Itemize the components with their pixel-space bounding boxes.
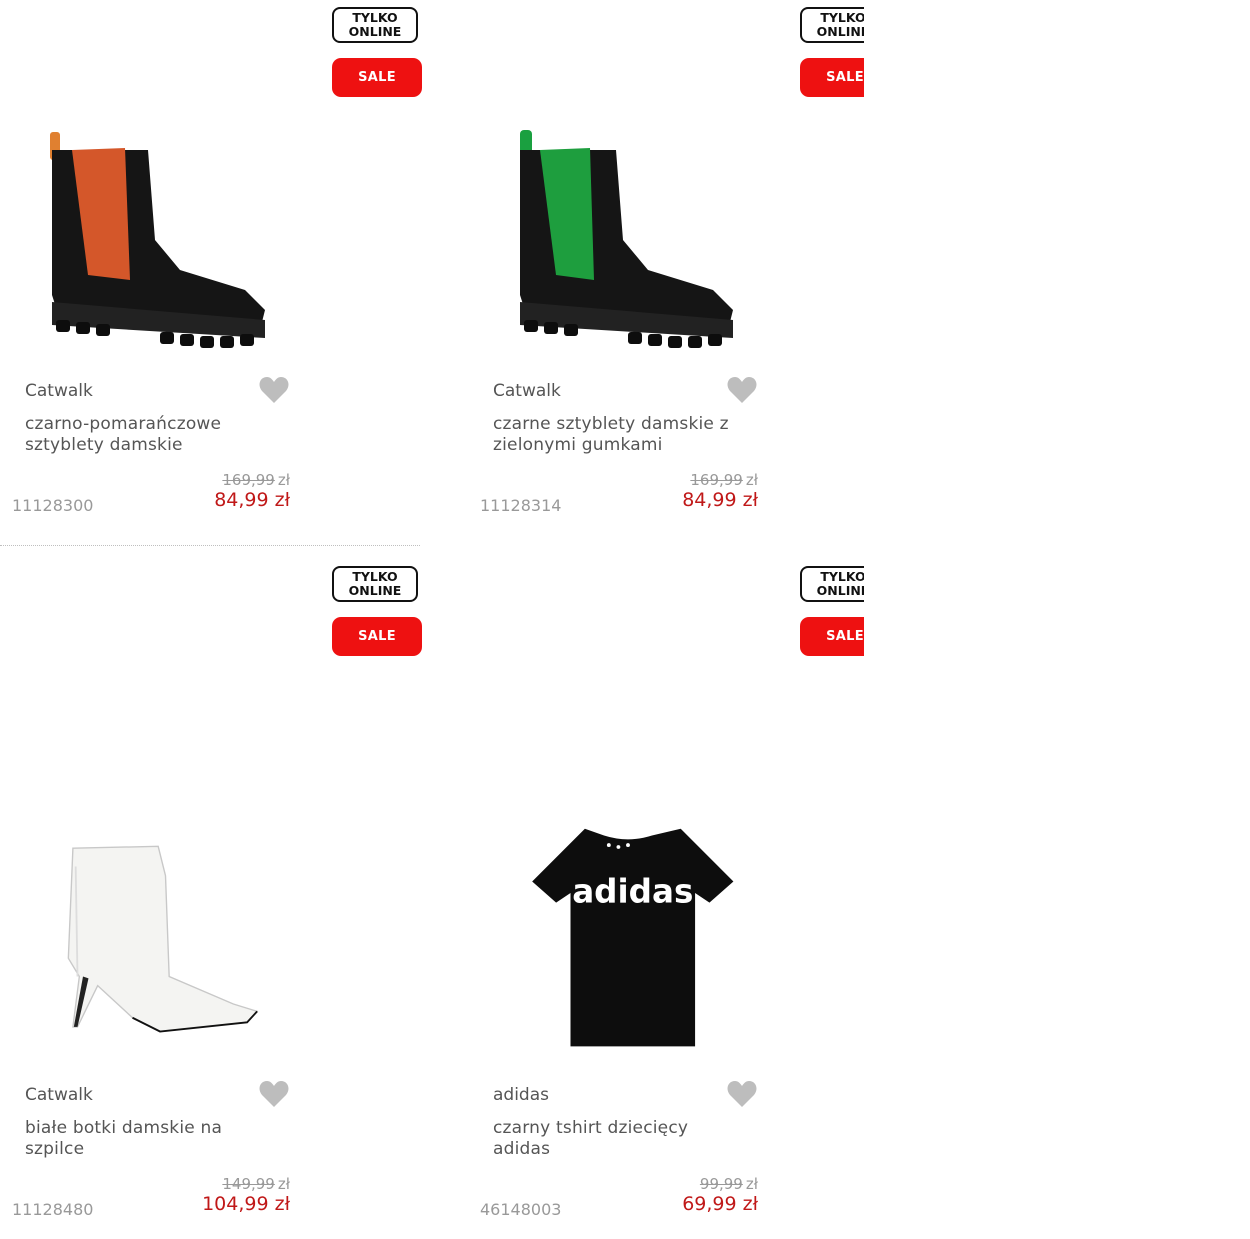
old-price-value: 99,99 <box>699 1175 743 1193</box>
sale-price: 104,99 zł <box>202 1193 290 1215</box>
badge-online-line2: ONLINE <box>348 24 402 39</box>
online-only-badge: TYLKO ONLINE <box>800 7 864 43</box>
tshirt-print-text: adidas <box>572 873 693 911</box>
online-only-badge: TYLKO ONLINE <box>332 566 418 602</box>
product-brand: Catwalk <box>25 381 93 401</box>
product-sku: 11128300 <box>12 496 94 515</box>
heart-icon[interactable] <box>726 375 758 405</box>
old-price: 169,99 zł <box>222 471 290 489</box>
product-sku: 46148003 <box>480 1200 562 1219</box>
sale-price: 69,99 zł <box>682 1193 758 1215</box>
product-title[interactable]: czarne sztyblety damskie z zielonymi gum… <box>493 414 753 456</box>
product-card[interactable]: TYLKO ONLINE SALE Catwalk białe botki da… <box>0 559 422 1219</box>
product-image[interactable] <box>498 120 758 360</box>
product-brand: adidas <box>493 1085 549 1105</box>
heart-icon[interactable] <box>726 1079 758 1109</box>
old-price-currency: zł <box>745 471 758 489</box>
online-only-badge: TYLKO ONLINE <box>332 7 418 43</box>
old-price-currency: zł <box>745 1175 758 1193</box>
product-title[interactable]: czarny tshirt dziecięcy adidas <box>493 1118 733 1160</box>
old-price-value: 169,99 <box>690 471 743 489</box>
product-card[interactable]: TYLKO ONLINE SALE adidas adidas czarny t… <box>468 559 864 1239</box>
old-price-value: 149,99 <box>222 1175 275 1193</box>
product-card[interactable]: TYLKO ONLINE SALE Catwalk czarne sztyble… <box>468 0 864 540</box>
old-price-value: 169,99 <box>222 471 275 489</box>
old-price-currency: zł <box>277 471 290 489</box>
product-title[interactable]: czarno-pomarańczowe sztyblety damskie <box>25 414 265 456</box>
product-sku: 11128314 <box>480 496 562 515</box>
heart-icon[interactable] <box>258 375 290 405</box>
product-image[interactable]: adidas <box>498 824 758 1054</box>
sale-badge: SALE <box>800 617 864 656</box>
old-price: 169,99 zł <box>690 471 758 489</box>
badge-online-line1: TYLKO <box>820 569 864 584</box>
old-price-currency: zł <box>277 1175 290 1193</box>
sale-price: 84,99 zł <box>214 489 290 511</box>
badge-online-line1: TYLKO <box>352 10 398 25</box>
badge-online-line2: ONLINE <box>816 24 864 39</box>
online-only-badge: TYLKO ONLINE <box>800 566 864 602</box>
badge-online-line1: TYLKO <box>352 569 398 584</box>
badge-online-line2: ONLINE <box>816 583 864 598</box>
badge-online-line2: ONLINE <box>348 583 402 598</box>
sale-price: 84,99 zł <box>682 489 758 511</box>
product-title[interactable]: białe botki damskie na szpilce <box>25 1118 265 1160</box>
sale-badge: SALE <box>332 617 422 656</box>
old-price: 99,99 zł <box>700 1175 758 1193</box>
sale-badge: SALE <box>332 58 422 97</box>
heart-icon[interactable] <box>258 1079 290 1109</box>
product-brand: Catwalk <box>25 1085 93 1105</box>
product-image[interactable] <box>30 120 290 360</box>
sale-badge: SALE <box>800 58 864 97</box>
product-image[interactable] <box>30 839 290 1059</box>
old-price: 149,99 zł <box>222 1175 290 1193</box>
product-brand: Catwalk <box>493 381 561 401</box>
product-card[interactable]: TYLKO ONLINE SALE Catwalk czarno-pomarań… <box>0 0 422 546</box>
product-sku: 11128480 <box>12 1200 94 1219</box>
badge-online-line1: TYLKO <box>820 10 864 25</box>
divider <box>0 545 420 546</box>
